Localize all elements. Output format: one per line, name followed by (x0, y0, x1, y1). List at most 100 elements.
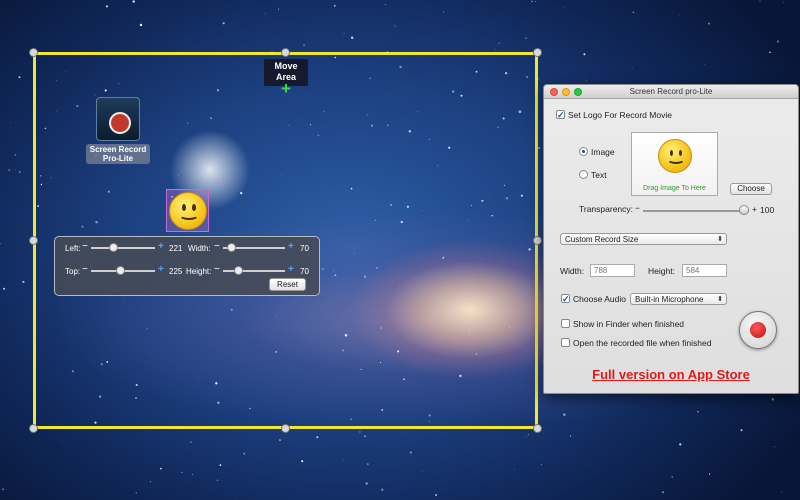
width-field[interactable] (590, 264, 635, 277)
star (679, 443, 682, 446)
star (350, 36, 354, 39)
star (365, 482, 368, 485)
move-area-handle[interactable]: Move Area + (264, 59, 308, 97)
close-icon[interactable] (550, 88, 558, 96)
star (563, 413, 566, 416)
audio-source-select[interactable]: Built-in Microphone ⬍ (630, 293, 727, 305)
top-minus-icon[interactable]: − (82, 265, 88, 275)
open-file-label: Open the recorded file when finished (573, 338, 712, 348)
star (525, 37, 527, 40)
star (190, 441, 192, 443)
height-slider-knob[interactable] (234, 266, 243, 275)
choose-audio-checkbox[interactable]: ✓ (561, 294, 570, 304)
record-size-select[interactable]: Custom Record Size ⬍ (560, 233, 727, 245)
record-button[interactable] (739, 311, 777, 349)
left-plus-icon[interactable]: + (158, 242, 164, 252)
image-radio[interactable] (579, 147, 588, 156)
star (150, 481, 152, 483)
star (708, 473, 711, 475)
star (671, 476, 673, 478)
star (61, 440, 62, 441)
left-minus-icon[interactable]: − (82, 242, 88, 252)
star (514, 469, 516, 470)
choose-button[interactable]: Choose (730, 183, 772, 195)
show-in-finder-checkbox[interactable] (561, 319, 570, 328)
star (570, 435, 572, 437)
open-file-checkbox[interactable] (561, 338, 570, 347)
resize-handle-bottom-left[interactable] (29, 424, 38, 433)
transparency-plus-icon[interactable]: + (752, 204, 757, 214)
width-field-label: Width: (560, 266, 585, 276)
star (222, 22, 225, 25)
width-value: 70 (300, 244, 309, 253)
star (774, 446, 775, 448)
top-slider-knob[interactable] (116, 266, 125, 275)
resize-handle-top-right[interactable] (533, 48, 542, 57)
star (435, 494, 437, 496)
transparency-slider-knob[interactable] (739, 205, 749, 215)
star (704, 64, 706, 65)
star (632, 11, 635, 14)
star (394, 25, 396, 27)
star (132, 0, 135, 3)
text-radio[interactable] (579, 170, 588, 179)
width-slider-knob[interactable] (227, 243, 236, 252)
full-version-link[interactable]: Full version on App Store (544, 367, 798, 382)
top-label: Top: (65, 267, 81, 276)
star (531, 0, 533, 3)
star (343, 33, 345, 34)
star (538, 146, 541, 149)
height-minus-icon[interactable]: − (214, 265, 220, 275)
transparency-minus-icon[interactable]: − (635, 203, 640, 213)
star (740, 429, 743, 432)
height-plus-icon[interactable]: + (288, 265, 294, 275)
top-plus-icon[interactable]: + (158, 265, 164, 275)
star (303, 44, 305, 46)
window-titlebar[interactable]: Screen Record pro-Lite (544, 85, 798, 99)
height-field[interactable] (682, 264, 727, 277)
star (181, 471, 183, 473)
resize-handle-right[interactable] (533, 236, 542, 245)
star (301, 460, 304, 463)
left-slider-knob[interactable] (109, 243, 118, 252)
star (343, 459, 344, 461)
star (333, 4, 336, 7)
star (585, 79, 587, 81)
star (135, 492, 137, 494)
height-label: Height: (186, 267, 212, 276)
logo-overlay[interactable] (166, 189, 209, 232)
select-arrows-icon: ⬍ (717, 296, 723, 303)
star (3, 287, 6, 290)
zoom-icon[interactable] (574, 88, 582, 96)
set-logo-checkbox[interactable]: ✓ (556, 110, 565, 120)
star (724, 400, 726, 401)
star (10, 122, 12, 124)
reset-button[interactable]: Reset (269, 278, 306, 291)
top-value: 225 (169, 267, 183, 276)
resize-handle-bottom[interactable] (281, 424, 290, 433)
resize-handle-bottom-right[interactable] (533, 424, 542, 433)
height-slider[interactable] (223, 270, 285, 272)
star (364, 435, 366, 438)
width-plus-icon[interactable]: + (288, 242, 294, 252)
star (708, 22, 710, 25)
transparency-slider[interactable] (643, 210, 749, 212)
resize-handle-top[interactable] (281, 48, 290, 57)
star (409, 451, 413, 454)
star (15, 169, 17, 171)
star (278, 8, 279, 10)
left-slider[interactable] (91, 247, 155, 249)
star (534, 1, 536, 2)
resize-handle-left[interactable] (29, 236, 38, 245)
resize-handle-top-left[interactable] (29, 48, 38, 57)
width-minus-icon[interactable]: − (214, 242, 220, 252)
text-radio-label: Text (591, 170, 607, 180)
minimize-icon[interactable] (562, 88, 570, 96)
star (661, 491, 665, 494)
star (0, 242, 1, 245)
star (8, 169, 11, 172)
star (769, 51, 771, 54)
star (316, 436, 319, 439)
transparency-value: 100 (760, 205, 775, 215)
star (139, 23, 143, 27)
